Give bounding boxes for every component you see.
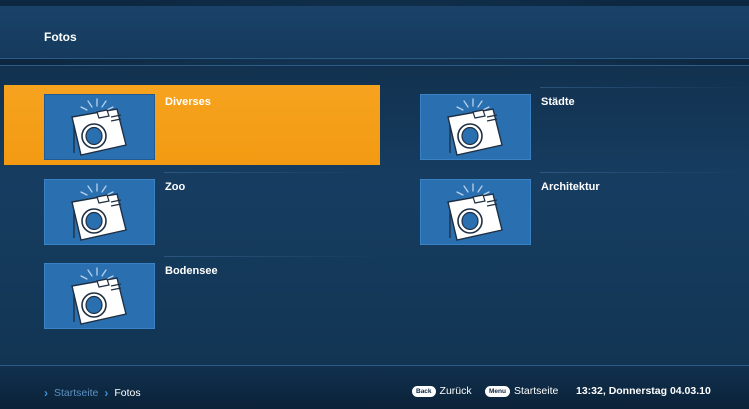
camera-icon (71, 267, 127, 325)
menu-hint-label: Startseite (513, 385, 559, 397)
breadcrumb: › Startseite › Fotos (44, 386, 141, 400)
album-thumbnail (44, 263, 155, 329)
camera-icon (71, 183, 127, 241)
menu-hint[interactable]: Menu Startseite (485, 385, 558, 397)
album-tile-bodensee[interactable]: Bodensee (4, 254, 380, 334)
back-key-badge: Back (412, 385, 436, 397)
back-hint-label: Zurück (439, 385, 472, 397)
header-bar: Fotos (0, 6, 749, 59)
album-tile-diverses[interactable]: Diverses (4, 85, 380, 165)
album-label: Städte (541, 96, 575, 108)
album-thumbnail (44, 94, 155, 160)
back-hint[interactable]: Back Zurück (412, 385, 472, 397)
album-tile-zoo[interactable]: Zoo (4, 170, 380, 250)
breadcrumb-item-fotos: Fotos (114, 387, 141, 399)
divider (540, 172, 749, 173)
footer-bar: › Startseite › Fotos Back Zurück Menu St… (0, 366, 749, 409)
camera-icon (447, 98, 503, 156)
divider (0, 65, 749, 66)
divider (164, 256, 380, 257)
divider (540, 87, 749, 88)
menu-key-badge: Menu (485, 385, 510, 397)
album-thumbnail (44, 179, 155, 245)
album-thumbnail (420, 179, 531, 245)
album-tile-staedte[interactable]: Städte (380, 85, 749, 165)
album-tile-architektur[interactable]: Architektur (380, 170, 749, 250)
chevron-right-icon: › (104, 386, 109, 400)
album-label: Architektur (541, 181, 600, 193)
page-title: Fotos (44, 30, 77, 44)
album-label: Bodensee (165, 265, 218, 277)
camera-icon (71, 98, 127, 156)
divider (164, 172, 380, 173)
clock: 13:32, Donnerstag 04.03.10 (576, 385, 711, 397)
album-label: Diverses (165, 96, 211, 108)
album-thumbnail (420, 94, 531, 160)
album-label: Zoo (165, 181, 186, 193)
breadcrumb-item-startseite[interactable]: Startseite (54, 387, 98, 399)
camera-icon (447, 183, 503, 241)
chevron-right-icon: › (44, 386, 48, 400)
